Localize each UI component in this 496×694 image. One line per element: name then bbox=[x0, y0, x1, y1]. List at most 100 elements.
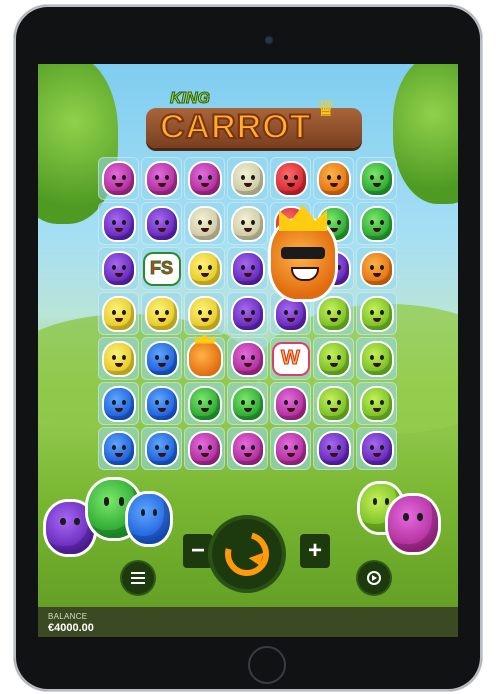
reel-cell bbox=[184, 202, 225, 245]
grin bbox=[291, 267, 319, 281]
reel-cell bbox=[313, 427, 354, 470]
melon-symbol bbox=[361, 162, 392, 195]
plum-symbol bbox=[146, 207, 177, 240]
grape-symbol bbox=[103, 162, 134, 195]
reel-cell bbox=[227, 157, 268, 200]
apple-symbol bbox=[361, 297, 392, 330]
reel-cell bbox=[141, 292, 182, 335]
reel-cell bbox=[141, 202, 182, 245]
apple-symbol bbox=[318, 342, 349, 375]
grape-symbol bbox=[275, 432, 306, 465]
reel-cell bbox=[98, 427, 139, 470]
melon-symbol bbox=[189, 387, 220, 420]
lemon-symbol bbox=[189, 297, 220, 330]
blue-symbol bbox=[146, 432, 177, 465]
grape-symbol bbox=[232, 342, 263, 375]
reel-cell bbox=[184, 337, 225, 380]
reel-cell bbox=[184, 292, 225, 335]
plum-symbol bbox=[275, 297, 306, 330]
tree-right bbox=[393, 64, 458, 204]
reel-cell bbox=[227, 427, 268, 470]
bet-increase-button[interactable]: + bbox=[300, 534, 330, 568]
wild-symbol: W bbox=[273, 343, 308, 374]
reel-cell bbox=[184, 157, 225, 200]
reel-cell bbox=[227, 247, 268, 290]
blue-symbol bbox=[146, 387, 177, 420]
hamburger-icon bbox=[131, 572, 145, 584]
reel-cell bbox=[184, 427, 225, 470]
autoplay-button[interactable] bbox=[358, 562, 390, 594]
reel-cell bbox=[356, 382, 397, 425]
logo-king-text: KING bbox=[170, 90, 211, 108]
orange-symbol bbox=[318, 162, 349, 195]
reel-cell bbox=[98, 157, 139, 200]
reel-cell bbox=[356, 337, 397, 380]
blueberry-character bbox=[128, 494, 170, 544]
menu-button[interactable] bbox=[122, 562, 154, 594]
blue-symbol bbox=[103, 432, 134, 465]
apple-symbol bbox=[361, 387, 392, 420]
apple-symbol bbox=[361, 342, 392, 375]
reel-cell bbox=[98, 382, 139, 425]
grape-symbol bbox=[189, 432, 220, 465]
plum-symbol bbox=[232, 252, 263, 285]
reel-cell bbox=[356, 202, 397, 245]
king-carrot-symbol-large bbox=[271, 205, 335, 299]
balance-label: BALANCE bbox=[48, 612, 88, 621]
reel-cell bbox=[98, 202, 139, 245]
camera-dot bbox=[266, 37, 272, 43]
reel-cell bbox=[141, 382, 182, 425]
reel-cell bbox=[270, 157, 311, 200]
reel-cell bbox=[270, 382, 311, 425]
plum-symbol bbox=[318, 432, 349, 465]
grape-character bbox=[388, 496, 438, 552]
lemon-symbol bbox=[189, 252, 220, 285]
grape-symbol bbox=[232, 432, 263, 465]
reel-cell bbox=[313, 292, 354, 335]
reel-cell bbox=[141, 157, 182, 200]
blue-symbol bbox=[103, 387, 134, 420]
reel-cell bbox=[270, 427, 311, 470]
reel-cell bbox=[313, 382, 354, 425]
grape-symbol bbox=[189, 162, 220, 195]
reel-cell bbox=[227, 337, 268, 380]
plum-symbol bbox=[361, 432, 392, 465]
straw-symbol bbox=[275, 162, 306, 195]
plum-character bbox=[46, 502, 94, 554]
reel-cell bbox=[98, 247, 139, 290]
pear-symbol bbox=[232, 162, 263, 195]
reel-cell bbox=[141, 427, 182, 470]
reel-cell bbox=[227, 382, 268, 425]
pear-symbol bbox=[232, 207, 263, 240]
reel-cell bbox=[184, 247, 225, 290]
spin-arrow-icon bbox=[216, 523, 278, 585]
pear-symbol bbox=[189, 207, 220, 240]
reel-cell bbox=[356, 247, 397, 290]
balance-bar: BALANCE €4000.00 bbox=[38, 607, 458, 637]
spin-button[interactable] bbox=[212, 519, 282, 589]
reel-cell: FS bbox=[141, 247, 182, 290]
plum-symbol bbox=[103, 252, 134, 285]
logo-title-text: CARROT bbox=[159, 107, 312, 147]
bet-decrease-button[interactable]: − bbox=[183, 534, 213, 568]
reel-cell bbox=[313, 337, 354, 380]
game-screen: KING CARROT ♛ FS W − + BALANCE €4000.00 bbox=[38, 64, 458, 637]
reel-cell bbox=[141, 337, 182, 380]
game-logo: KING CARROT ♛ bbox=[146, 90, 362, 150]
apple-symbol bbox=[318, 387, 349, 420]
reel-cell bbox=[356, 427, 397, 470]
reel-cell bbox=[184, 382, 225, 425]
reel-cell: W bbox=[270, 337, 311, 380]
crown-icon: ♛ bbox=[316, 96, 336, 121]
reel-cell bbox=[98, 292, 139, 335]
sunglasses bbox=[281, 247, 325, 259]
reel-cell bbox=[227, 202, 268, 245]
home-button[interactable] bbox=[248, 646, 286, 684]
free-spins-symbol: FS bbox=[144, 253, 179, 284]
king-carrot-symbol bbox=[188, 341, 221, 376]
reel-cell bbox=[356, 292, 397, 335]
melon-symbol bbox=[361, 207, 392, 240]
reel-cell bbox=[356, 157, 397, 200]
lemon-symbol bbox=[146, 297, 177, 330]
balance-value: €4000.00 bbox=[48, 622, 94, 634]
